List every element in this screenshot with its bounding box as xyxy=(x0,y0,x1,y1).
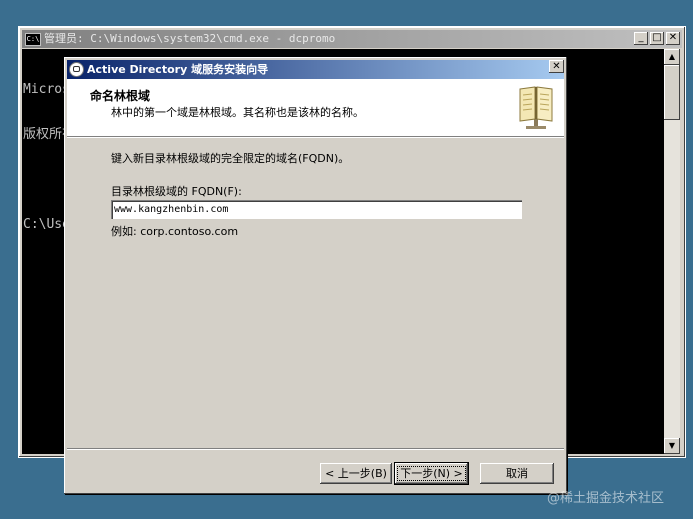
cmd-vertical-scrollbar[interactable]: ▲ ▼ xyxy=(664,49,680,454)
maximize-button[interactable]: □ xyxy=(650,32,664,45)
cancel-button[interactable]: 取消 xyxy=(480,463,554,484)
cmd-icon: C:\ xyxy=(25,33,41,46)
wizard-close-button[interactable]: ✕ xyxy=(549,60,564,73)
ad-ds-install-wizard: Active Directory 域服务安装向导 ✕ 命名林根域 林中的第一个域… xyxy=(64,57,567,494)
wizard-title-bar[interactable]: Active Directory 域服务安装向导 xyxy=(67,60,564,79)
example-text: 例如: corp.contoso.com xyxy=(111,225,239,238)
header-separator xyxy=(67,137,564,138)
cmd-title: 管理员: C:\Windows\system32\cmd.exe - dcpro… xyxy=(44,32,336,45)
page-subtitle: 林中的第一个域是林根域。其名称也是该林的名称。 xyxy=(111,106,364,119)
cmd-close-button[interactable]: ✕ xyxy=(666,32,680,45)
wizard-app-icon xyxy=(69,62,84,77)
scroll-thumb[interactable] xyxy=(664,65,680,120)
page-title: 命名林根域 xyxy=(90,89,151,103)
wizard-title: Active Directory 域服务安装向导 xyxy=(87,63,269,76)
back-button[interactable]: < 上一步(B) xyxy=(320,463,392,484)
scroll-up-button[interactable]: ▲ xyxy=(664,49,680,65)
fqdn-input[interactable] xyxy=(111,200,522,219)
book-icon xyxy=(519,86,553,129)
fqdn-label: 目录林根级域的 FQDN(F): xyxy=(111,185,242,198)
scroll-down-button[interactable]: ▼ xyxy=(664,438,680,454)
instruction-text: 键入新目录林根级域的完全限定的域名(FQDN)。 xyxy=(111,152,350,165)
cmd-title-bar[interactable]: C:\ 管理员: C:\Windows\system32\cmd.exe - d… xyxy=(22,30,682,48)
minimize-button[interactable]: _ xyxy=(634,32,648,45)
footer-divider-highlight xyxy=(67,449,564,450)
wizard-header: 命名林根域 林中的第一个域是林根域。其名称也是该林的名称。 xyxy=(67,79,564,137)
next-button[interactable]: 下一步(N) > xyxy=(394,462,469,485)
watermark: @稀土掘金技术社区 xyxy=(547,491,665,506)
next-button-label: 下一步(N) > xyxy=(397,466,466,481)
